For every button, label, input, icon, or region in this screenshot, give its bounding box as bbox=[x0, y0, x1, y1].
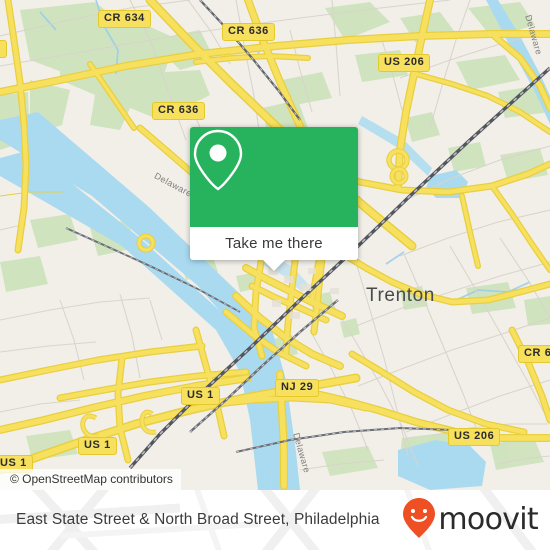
moovit-smiley-pin-icon bbox=[402, 497, 436, 544]
moovit-brand[interactable]: moovit bbox=[402, 497, 539, 544]
road-shield: NJ 29 bbox=[275, 379, 320, 397]
footer-bar: East State Street & North Broad Street, … bbox=[0, 490, 550, 550]
callout-action[interactable]: Take me there bbox=[190, 227, 358, 271]
callout-tail bbox=[263, 260, 285, 271]
map-canvas[interactable]: Trenton Delaware Delaware Delaware CR 634 C… bbox=[0, 0, 550, 490]
road-shield: 9 bbox=[0, 40, 7, 58]
take-me-there-label: Take me there bbox=[225, 235, 323, 252]
destination-callout[interactable]: Take me there bbox=[190, 127, 358, 271]
road-shield: CR 634 bbox=[98, 10, 151, 28]
road-shield: US 1 bbox=[78, 437, 117, 455]
road-shield: US 206 bbox=[378, 54, 431, 72]
road-shield: US 1 bbox=[181, 387, 220, 405]
moovit-station-card: Trenton Delaware Delaware Delaware CR 634 C… bbox=[0, 0, 550, 550]
road-shield: CR 636 bbox=[152, 102, 205, 120]
station-title: East State Street & North Broad Street, … bbox=[16, 511, 380, 528]
road-shield: CR 62 bbox=[518, 345, 550, 363]
map-attribution[interactable]: © OpenStreetMap contributors bbox=[0, 469, 181, 490]
place-label: Trenton bbox=[366, 285, 435, 306]
road-shield: CR 636 bbox=[222, 23, 275, 41]
callout-header bbox=[190, 127, 358, 227]
road-shield: US 206 bbox=[448, 428, 501, 446]
moovit-wordmark: moovit bbox=[438, 502, 538, 537]
